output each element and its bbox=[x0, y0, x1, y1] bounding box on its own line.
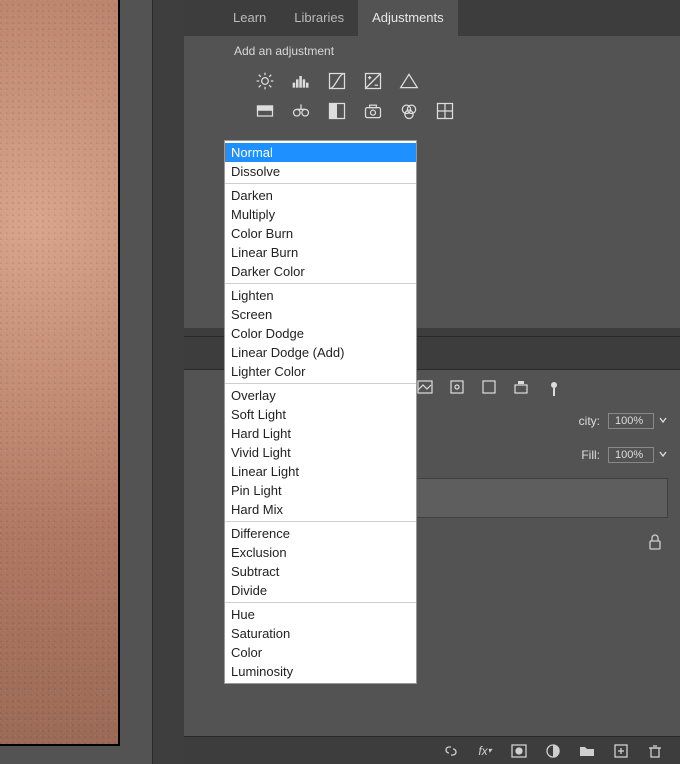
blend-mode-option[interactable]: Divide bbox=[225, 581, 416, 600]
blend-mode-option[interactable]: Darken bbox=[225, 186, 416, 205]
filter-text-icon[interactable] bbox=[480, 378, 498, 396]
blend-mode-option[interactable]: Hard Mix bbox=[225, 500, 416, 519]
fill-label: Fill: bbox=[581, 448, 600, 462]
blend-mode-option[interactable]: Linear Light bbox=[225, 462, 416, 481]
blend-mode-option[interactable]: Overlay bbox=[225, 386, 416, 405]
trash-icon[interactable] bbox=[646, 742, 664, 760]
blend-mode-option[interactable]: Soft Light bbox=[225, 405, 416, 424]
levels-icon[interactable] bbox=[290, 70, 312, 92]
filter-image-icon[interactable] bbox=[416, 378, 434, 396]
tab-learn[interactable]: Learn bbox=[219, 0, 280, 36]
blend-mode-option[interactable]: Linear Burn bbox=[225, 243, 416, 262]
balance-icon[interactable] bbox=[290, 100, 312, 122]
blend-mode-option[interactable]: Dissolve bbox=[225, 162, 416, 181]
filter-shape-icon[interactable] bbox=[512, 378, 530, 396]
blend-mode-dropdown[interactable]: NormalDissolveDarkenMultiplyColor BurnLi… bbox=[224, 140, 417, 684]
blend-mode-option[interactable]: Vivid Light bbox=[225, 443, 416, 462]
folder-icon[interactable] bbox=[578, 742, 596, 760]
curves-icon[interactable] bbox=[326, 70, 348, 92]
posterize-icon[interactable] bbox=[434, 100, 456, 122]
blend-mode-option[interactable]: Lighter Color bbox=[225, 362, 416, 381]
blend-mode-option[interactable]: Lighten bbox=[225, 286, 416, 305]
adjustments-icon-row-1 bbox=[184, 66, 680, 96]
color-lookup-icon[interactable] bbox=[398, 100, 420, 122]
fill-control[interactable]: 100% bbox=[608, 447, 668, 463]
filter-smart-icon[interactable] bbox=[544, 378, 562, 396]
blend-mode-option[interactable]: Normal bbox=[225, 143, 416, 162]
exposure-icon[interactable] bbox=[362, 70, 384, 92]
adjustments-icon-row-2 bbox=[184, 96, 680, 126]
opacity-value[interactable]: 100% bbox=[608, 413, 654, 429]
layers-bottom-bar: fx▾ bbox=[184, 736, 680, 764]
blend-mode-option[interactable]: Multiply bbox=[225, 205, 416, 224]
blend-mode-option[interactable]: Exclusion bbox=[225, 543, 416, 562]
document-canvas-area[interactable] bbox=[0, 0, 130, 764]
blend-mode-option[interactable]: Screen bbox=[225, 305, 416, 324]
right-panels: Learn Libraries Adjustments Add an adjus… bbox=[184, 0, 680, 764]
blend-mode-option[interactable]: Saturation bbox=[225, 624, 416, 643]
panel-tabs: Learn Libraries Adjustments bbox=[184, 0, 680, 36]
blend-mode-option[interactable]: Linear Dodge (Add) bbox=[225, 343, 416, 362]
vibrance-icon[interactable] bbox=[398, 70, 420, 92]
brightness-contrast-icon[interactable] bbox=[254, 70, 276, 92]
chevron-down-icon[interactable] bbox=[658, 448, 668, 462]
tab-adjustments[interactable]: Adjustments bbox=[358, 0, 458, 36]
blend-mode-option[interactable]: Difference bbox=[225, 524, 416, 543]
blend-mode-option[interactable]: Color bbox=[225, 643, 416, 662]
new-layer-icon[interactable] bbox=[612, 742, 630, 760]
camera-icon[interactable] bbox=[362, 100, 384, 122]
opacity-label: city: bbox=[579, 414, 600, 428]
mask-icon[interactable] bbox=[510, 742, 528, 760]
fill-value[interactable]: 100% bbox=[608, 447, 654, 463]
link-icon[interactable] bbox=[442, 742, 460, 760]
adjustment-icon[interactable] bbox=[544, 742, 562, 760]
adjustments-panel: Learn Libraries Adjustments Add an adjus… bbox=[184, 0, 680, 126]
canvas-texture[interactable] bbox=[0, 0, 118, 744]
tab-libraries[interactable]: Libraries bbox=[280, 0, 358, 36]
filter-adjust-icon[interactable] bbox=[448, 378, 466, 396]
fx-icon[interactable]: fx▾ bbox=[476, 742, 494, 760]
blend-mode-option[interactable]: Hue bbox=[225, 605, 416, 624]
chevron-down-icon[interactable] bbox=[658, 414, 668, 428]
adjustments-heading: Add an adjustment bbox=[234, 44, 334, 58]
threshold-icon[interactable] bbox=[326, 100, 348, 122]
layer-item[interactable] bbox=[416, 478, 668, 518]
blend-mode-option[interactable]: Color Dodge bbox=[225, 324, 416, 343]
blend-mode-option[interactable]: Luminosity bbox=[225, 662, 416, 681]
lock-icon bbox=[648, 534, 662, 555]
blend-mode-option[interactable]: Pin Light bbox=[225, 481, 416, 500]
blend-mode-option[interactable]: Subtract bbox=[225, 562, 416, 581]
blend-mode-option[interactable]: Color Burn bbox=[225, 224, 416, 243]
opacity-control[interactable]: 100% bbox=[608, 413, 668, 429]
blend-mode-option[interactable]: Hard Light bbox=[225, 424, 416, 443]
photo-filter-icon[interactable] bbox=[254, 100, 276, 122]
panel-gutter bbox=[130, 0, 184, 764]
blend-mode-option[interactable]: Darker Color bbox=[225, 262, 416, 281]
